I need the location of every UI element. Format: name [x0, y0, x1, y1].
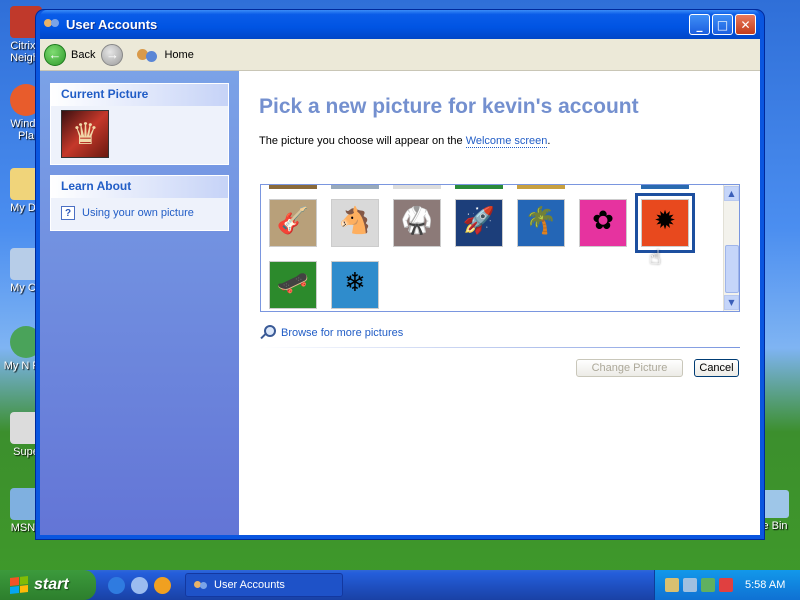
current-picture-heading: Current Picture — [51, 84, 228, 106]
start-button[interactable]: start — [0, 570, 96, 600]
desktop-icon-label: Supe — [13, 446, 39, 458]
taskbar-item-label: User Accounts — [214, 579, 285, 591]
user-accounts-icon — [194, 579, 208, 591]
welcome-screen-link[interactable]: Welcome screen — [465, 135, 548, 148]
scroll-down-button[interactable]: ▼ — [724, 295, 739, 310]
close-button[interactable]: ✕ — [735, 14, 756, 35]
back-arrow-icon: ← — [44, 43, 66, 66]
security-shield-icon[interactable] — [719, 578, 733, 592]
orange-flower-icon: ✹ — [654, 206, 676, 236]
learn-about-panel: Learn About ? Using your own picture — [50, 175, 229, 231]
maximize-button[interactable]: □ — [712, 14, 733, 35]
scroll-up-button[interactable]: ▲ — [724, 186, 739, 201]
vertical-scrollbar[interactable]: ▲ ▼ — [723, 185, 739, 311]
change-picture-button[interactable]: Change Picture — [576, 359, 683, 377]
media-player-icon[interactable] — [154, 576, 171, 594]
back-button[interactable]: ← Back — [44, 43, 96, 66]
main-pane: Pick a new picture for kevin's account T… — [239, 71, 760, 535]
quick-launch — [108, 576, 171, 594]
taskbar: start User Accounts 5:58 AM — [0, 570, 800, 600]
picture-list[interactable]: 🎸 🐴 🥋 🚀 🌴 ✿ ✹ 🛹 ❄ ☝ ▲ ▼ — [260, 184, 740, 312]
learn-link-label: Using your own picture — [82, 207, 194, 219]
picture-option-orange-flower[interactable]: ✹ — [635, 193, 695, 253]
picture-option-snowflake[interactable]: ❄ — [331, 261, 379, 309]
recycle-bin-icon — [761, 490, 789, 518]
horses-icon: 🐴 — [338, 206, 372, 236]
monitor-icon[interactable] — [683, 578, 697, 592]
clock: 5:58 AM — [745, 579, 786, 591]
browse-link[interactable]: Browse for more pictures — [260, 325, 403, 340]
toolbar: ← Back → Home — [40, 39, 760, 71]
current-picture-image — [61, 110, 109, 158]
picture-option-guitar[interactable]: 🎸 — [269, 199, 317, 247]
skateboarder-icon: 🛹 — [276, 268, 310, 298]
learn-about-heading: Learn About — [51, 176, 228, 198]
hand-cursor-icon: ☝ — [649, 245, 662, 269]
system-tray: 5:58 AM — [654, 570, 800, 600]
help-icon: ? — [61, 206, 75, 220]
minimize-button[interactable]: _ — [689, 14, 710, 35]
forward-arrow-icon: → — [101, 43, 124, 66]
network-icon[interactable] — [665, 578, 679, 592]
subtitle: The picture you choose will appear on th… — [259, 135, 740, 148]
divider — [260, 347, 740, 348]
browse-label: Browse for more pictures — [281, 326, 404, 339]
karate-icon: 🥋 — [400, 206, 434, 236]
taskbar-item-user-accounts[interactable]: User Accounts — [185, 573, 343, 597]
picture-option-palm-trees[interactable]: 🌴 — [517, 199, 565, 247]
window-content: Current Picture Learn About ? Using your… — [40, 71, 760, 535]
scroll-thumb[interactable] — [725, 245, 739, 293]
guitar-icon: 🎸 — [276, 206, 310, 236]
learn-link-own-picture[interactable]: ? Using your own picture — [61, 202, 218, 224]
back-label: Back — [71, 48, 96, 61]
picture-grid: 🎸 🐴 🥋 🚀 🌴 ✿ ✹ 🛹 ❄ — [269, 193, 695, 309]
sidebar: Current Picture Learn About ? Using your… — [40, 71, 239, 535]
snowflake-icon: ❄ — [344, 268, 366, 298]
cancel-button[interactable]: Cancel — [694, 359, 739, 377]
current-picture-panel: Current Picture — [50, 83, 229, 165]
title-bar[interactable]: User Accounts _ □ ✕ — [40, 10, 760, 39]
user-accounts-icon — [44, 17, 60, 33]
magnifier-icon — [260, 325, 276, 340]
start-label: start — [34, 576, 69, 593]
window-title: User Accounts — [66, 17, 158, 32]
windows-flag-icon — [10, 576, 28, 594]
page-title: Pick a new picture for kevin's account — [259, 95, 639, 118]
home-label: Home — [164, 48, 194, 61]
picture-option-karate[interactable]: 🥋 — [393, 199, 441, 247]
space-shuttle-icon: 🚀 — [462, 206, 496, 236]
show-desktop-icon[interactable] — [131, 576, 148, 594]
pink-flower-icon: ✿ — [592, 206, 614, 236]
picture-option-pink-flower[interactable]: ✿ — [579, 199, 627, 247]
subtitle-suffix: . — [547, 135, 551, 147]
forward-button[interactable]: → — [101, 43, 124, 66]
picture-option-horses[interactable]: 🐴 — [331, 199, 379, 247]
internet-explorer-icon[interactable] — [108, 576, 125, 594]
picture-option-space-shuttle[interactable]: 🚀 — [455, 199, 503, 247]
home-icon — [137, 46, 159, 64]
partial-picture-row — [269, 185, 689, 189]
sync-icon[interactable] — [701, 578, 715, 592]
desktop-icon-label: e Bin — [762, 520, 788, 532]
picture-option-skateboarder[interactable]: 🛹 — [269, 261, 317, 309]
subtitle-text: The picture you choose will appear on th… — [259, 135, 466, 147]
user-accounts-window: User Accounts _ □ ✕ ← Back → Home Curren… — [36, 10, 764, 539]
home-button[interactable]: Home — [129, 46, 194, 64]
palm-trees-icon: 🌴 — [524, 206, 558, 236]
